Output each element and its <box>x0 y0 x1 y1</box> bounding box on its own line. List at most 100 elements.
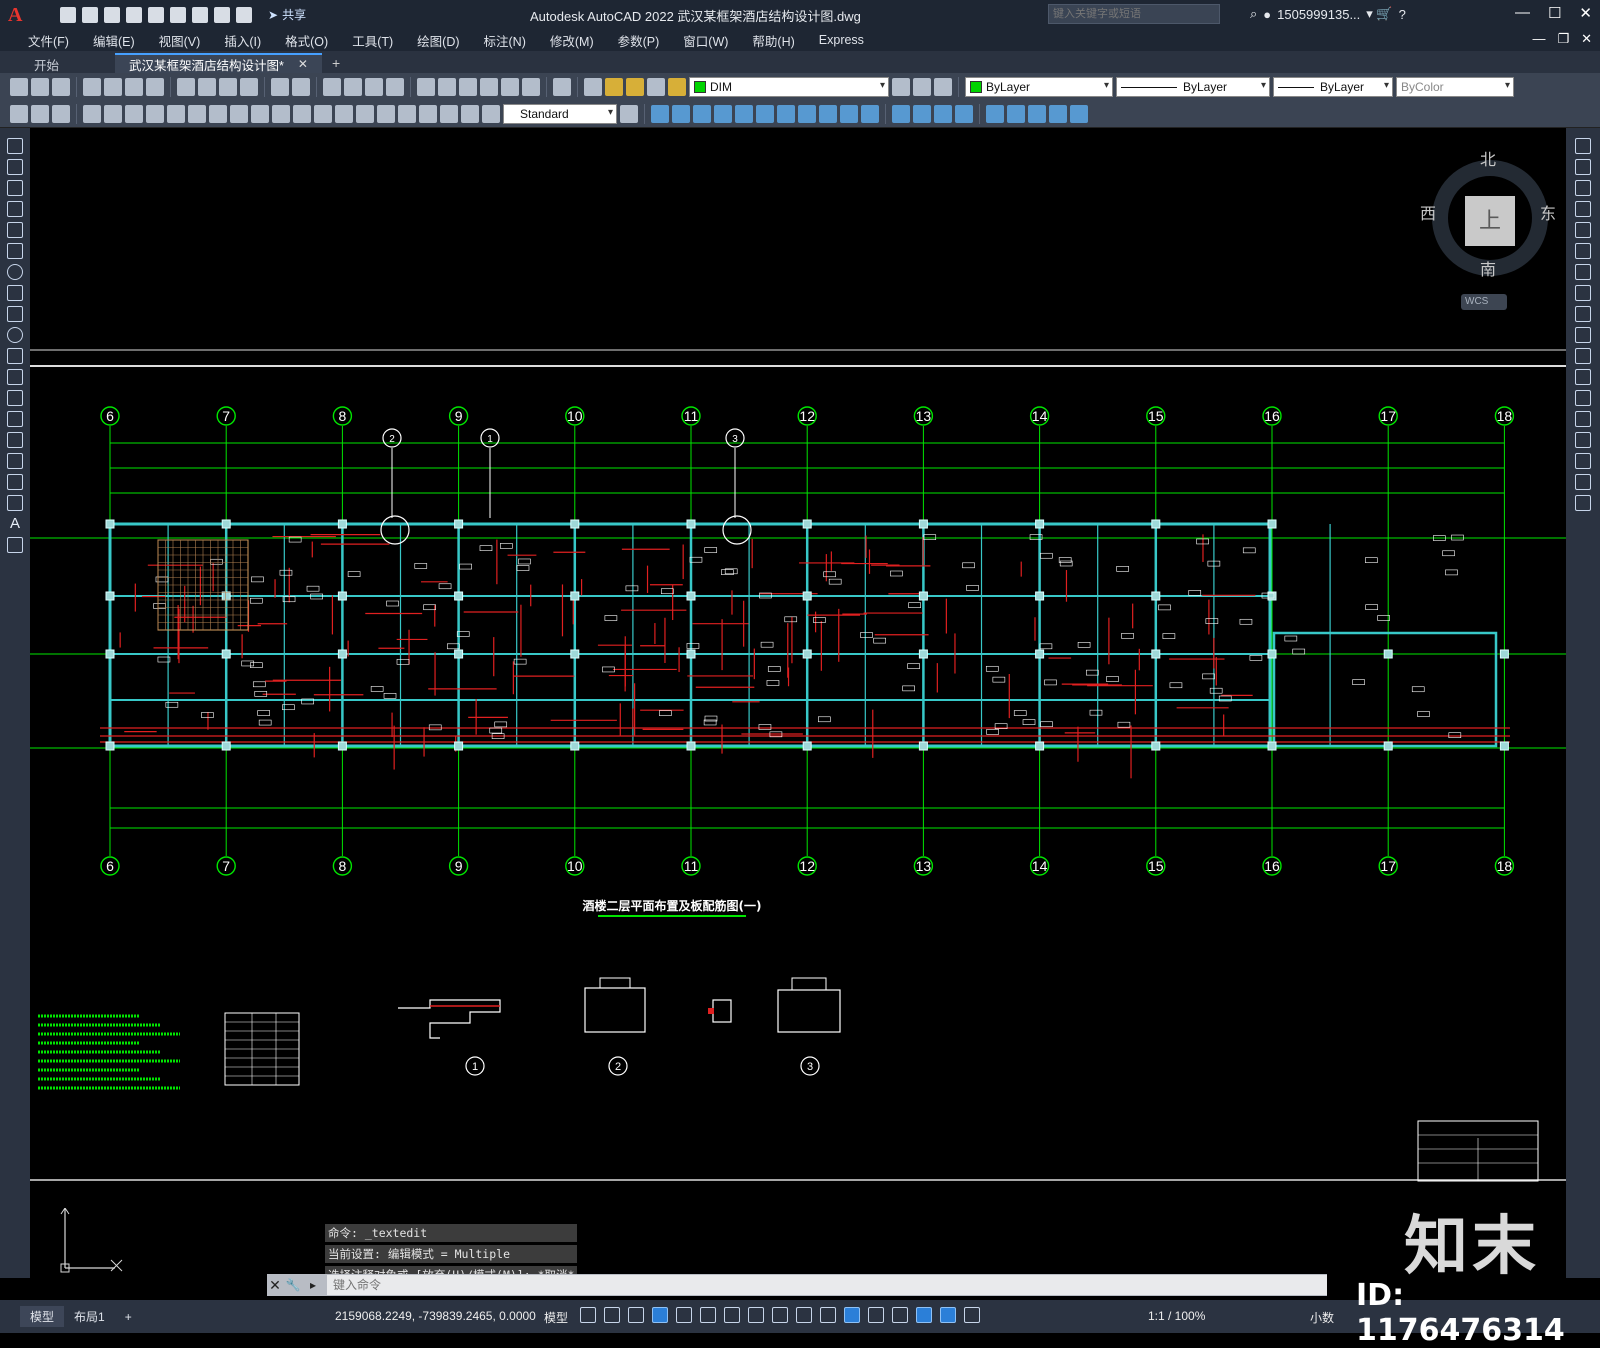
markup-icon[interactable] <box>501 78 519 96</box>
ortho-icon[interactable] <box>628 1307 644 1323</box>
arc-length-icon[interactable] <box>125 105 143 123</box>
add-selected-icon[interactable] <box>7 537 23 553</box>
cart-icon[interactable]: ▾ 🛒 <box>1366 6 1392 22</box>
command-customize-icon[interactable]: 🔧 <box>283 1278 303 1292</box>
jogged-dimension-icon[interactable] <box>188 105 206 123</box>
menu-help[interactable]: 帮助(H) <box>740 31 806 50</box>
new-tab-button[interactable]: + <box>322 53 350 73</box>
dimension-space-icon[interactable] <box>314 105 332 123</box>
make-block-icon[interactable] <box>7 390 23 406</box>
save-as-icon[interactable] <box>126 6 142 23</box>
new-icon[interactable] <box>10 78 28 96</box>
infer-constraints-icon[interactable] <box>652 1307 668 1323</box>
insert-block-icon[interactable] <box>7 369 23 385</box>
intersect-icon[interactable] <box>714 105 732 123</box>
linear-dimension-icon[interactable] <box>83 105 101 123</box>
layer-freeze-icon[interactable] <box>626 78 644 96</box>
grid-icon[interactable] <box>580 1307 596 1323</box>
rotate-3d-icon[interactable] <box>1007 105 1025 123</box>
design-center-icon[interactable] <box>438 78 456 96</box>
chamfer-icon[interactable] <box>1575 432 1591 448</box>
menu-view[interactable]: 视图(V) <box>147 31 213 50</box>
line-icon[interactable] <box>7 138 23 154</box>
continue-dimension-icon[interactable] <box>293 105 311 123</box>
baseline-dimension-icon[interactable] <box>272 105 290 123</box>
box-icon[interactable] <box>651 105 669 123</box>
angular-dimension-icon[interactable] <box>230 105 248 123</box>
tool-palettes-icon[interactable] <box>459 78 477 96</box>
search-input[interactable] <box>1048 4 1220 24</box>
dimension-style-icon[interactable] <box>620 105 638 123</box>
offset-icon[interactable] <box>1575 201 1591 217</box>
plot-icon[interactable] <box>192 6 208 23</box>
autocad-logo-icon[interactable]: A <box>8 4 30 26</box>
rectangle-icon[interactable] <box>7 222 23 238</box>
polar-icon[interactable] <box>676 1307 692 1323</box>
tab-close-icon[interactable]: ✕ <box>298 57 308 71</box>
close-button[interactable]: ✕ <box>1579 4 1592 22</box>
blend-curves-icon[interactable] <box>1575 474 1591 490</box>
new-file-icon[interactable] <box>60 6 76 23</box>
ellipse-arc-icon[interactable] <box>7 348 23 364</box>
erase-icon[interactable] <box>1575 138 1591 154</box>
pan-icon[interactable] <box>323 78 341 96</box>
auto-scale-icon[interactable] <box>964 1307 980 1323</box>
minimize-button[interactable]: — <box>1515 4 1530 22</box>
dynamic-ucs-icon[interactable] <box>868 1307 884 1323</box>
help-icon[interactable]: ? <box>1399 7 1406 22</box>
presspull-icon[interactable] <box>819 105 837 123</box>
sheet-set-icon[interactable] <box>480 78 498 96</box>
lineweight-icon[interactable] <box>772 1307 788 1323</box>
preview-icon[interactable] <box>104 78 122 96</box>
isodraft-icon[interactable] <box>700 1307 716 1323</box>
tab-drawing[interactable]: 武汉某框架酒店结构设计图* ✕ <box>115 53 322 73</box>
annotation-visibility-icon[interactable] <box>940 1307 956 1323</box>
menu-dimension[interactable]: 标注(N) <box>472 31 538 50</box>
open-file-icon[interactable] <box>82 6 98 23</box>
layer-states-icon[interactable] <box>934 78 952 96</box>
dimension-update-icon[interactable] <box>482 105 500 123</box>
dimension-text-edit-icon[interactable] <box>461 105 479 123</box>
command-input[interactable] <box>327 1275 1327 1295</box>
layer-match-icon[interactable] <box>31 105 49 123</box>
menu-express[interactable]: Express <box>807 33 876 47</box>
zoom-window-icon[interactable] <box>365 78 383 96</box>
fillet-icon[interactable] <box>1575 453 1591 469</box>
revision-cloud-icon[interactable] <box>7 285 23 301</box>
menu-tools[interactable]: 工具(T) <box>340 31 405 50</box>
subtract-icon[interactable] <box>693 105 711 123</box>
calculator-icon[interactable] <box>522 78 540 96</box>
command-close-icon[interactable]: ✕ <box>267 1277 283 1294</box>
paste-icon[interactable] <box>219 78 237 96</box>
loft-icon[interactable] <box>798 105 816 123</box>
extend-icon[interactable] <box>1575 348 1591 364</box>
wcs-menu[interactable]: WCS <box>1461 294 1507 310</box>
user-account[interactable]: ⌕ ● 1505999135... ▾ 🛒 ? <box>1250 6 1406 22</box>
union-icon[interactable] <box>672 105 690 123</box>
properties-icon[interactable] <box>417 78 435 96</box>
menu-insert[interactable]: 插入(I) <box>212 31 273 50</box>
stretch-icon[interactable] <box>1575 306 1591 322</box>
menu-parametric[interactable]: 参数(P) <box>606 31 672 50</box>
menu-format[interactable]: 格式(O) <box>273 31 340 50</box>
array-icon[interactable] <box>1575 222 1591 238</box>
model-space-button[interactable]: 模型 <box>544 1309 568 1326</box>
spline-icon[interactable] <box>7 306 23 322</box>
undo-icon[interactable] <box>214 6 230 23</box>
region-icon[interactable] <box>7 474 23 490</box>
match-properties-icon[interactable] <box>240 78 258 96</box>
layer-iso-icon[interactable] <box>52 105 70 123</box>
construction-line-icon[interactable] <box>7 159 23 175</box>
drawing-canvas[interactable]: 6 6 7 7 8 8 9 9 10 10 11 11 12 12 13 13 14 14 15 15 16 16 17 17… <box>30 128 1566 1278</box>
inspection-icon[interactable] <box>398 105 416 123</box>
zoom-realtime-icon[interactable] <box>344 78 362 96</box>
doc-restore-button[interactable]: ❐ <box>1557 31 1569 47</box>
save-icon[interactable] <box>104 6 120 23</box>
sweep-icon[interactable] <box>777 105 795 123</box>
doc-close-button[interactable]: ✕ <box>1581 31 1592 47</box>
coordinate-readout[interactable]: 2159068.2249, -739839.2465, 0.0000 <box>335 1309 536 1323</box>
multiline-text-icon[interactable]: A <box>7 516 23 532</box>
make-current-layer-icon[interactable] <box>892 78 910 96</box>
layer-dropdown[interactable]: DIM ▾ <box>689 77 889 97</box>
arc-icon[interactable] <box>7 243 23 259</box>
